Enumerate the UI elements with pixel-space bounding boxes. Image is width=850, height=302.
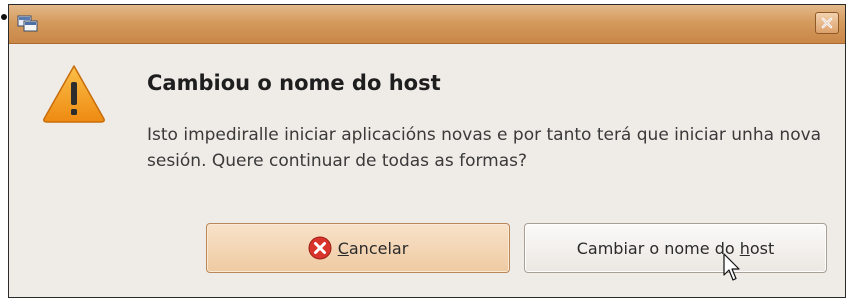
mouse-cursor: [723, 253, 743, 287]
rename-label-before: Cambiar o nome do: [576, 238, 740, 258]
warning-icon: [41, 62, 107, 128]
cancel-label-rest: ancelar: [348, 238, 409, 258]
list-bullet: [1, 14, 7, 20]
cancel-button[interactable]: Cancelar: [206, 223, 510, 273]
cancel-icon: [308, 236, 332, 260]
dialog-window: Cambiou o nome do host Isto impediralle …: [8, 4, 846, 298]
title-bar[interactable]: [9, 5, 845, 44]
rename-label-after: ost: [749, 238, 775, 258]
dialog-heading: Cambiou o nome do host: [147, 71, 441, 95]
cancel-mnemonic: C: [337, 238, 349, 258]
cancel-button-label: Cancelar: [338, 239, 409, 258]
dialog-message: Isto impediralle iniciar aplicacións nov…: [147, 125, 822, 171]
rename-host-button[interactable]: Cambiar o nome do host: [524, 223, 827, 273]
window-app-icon: [17, 14, 39, 34]
close-icon: [821, 17, 833, 29]
close-button[interactable]: [815, 12, 839, 34]
rename-host-button-label: Cambiar o nome do host: [577, 239, 775, 258]
